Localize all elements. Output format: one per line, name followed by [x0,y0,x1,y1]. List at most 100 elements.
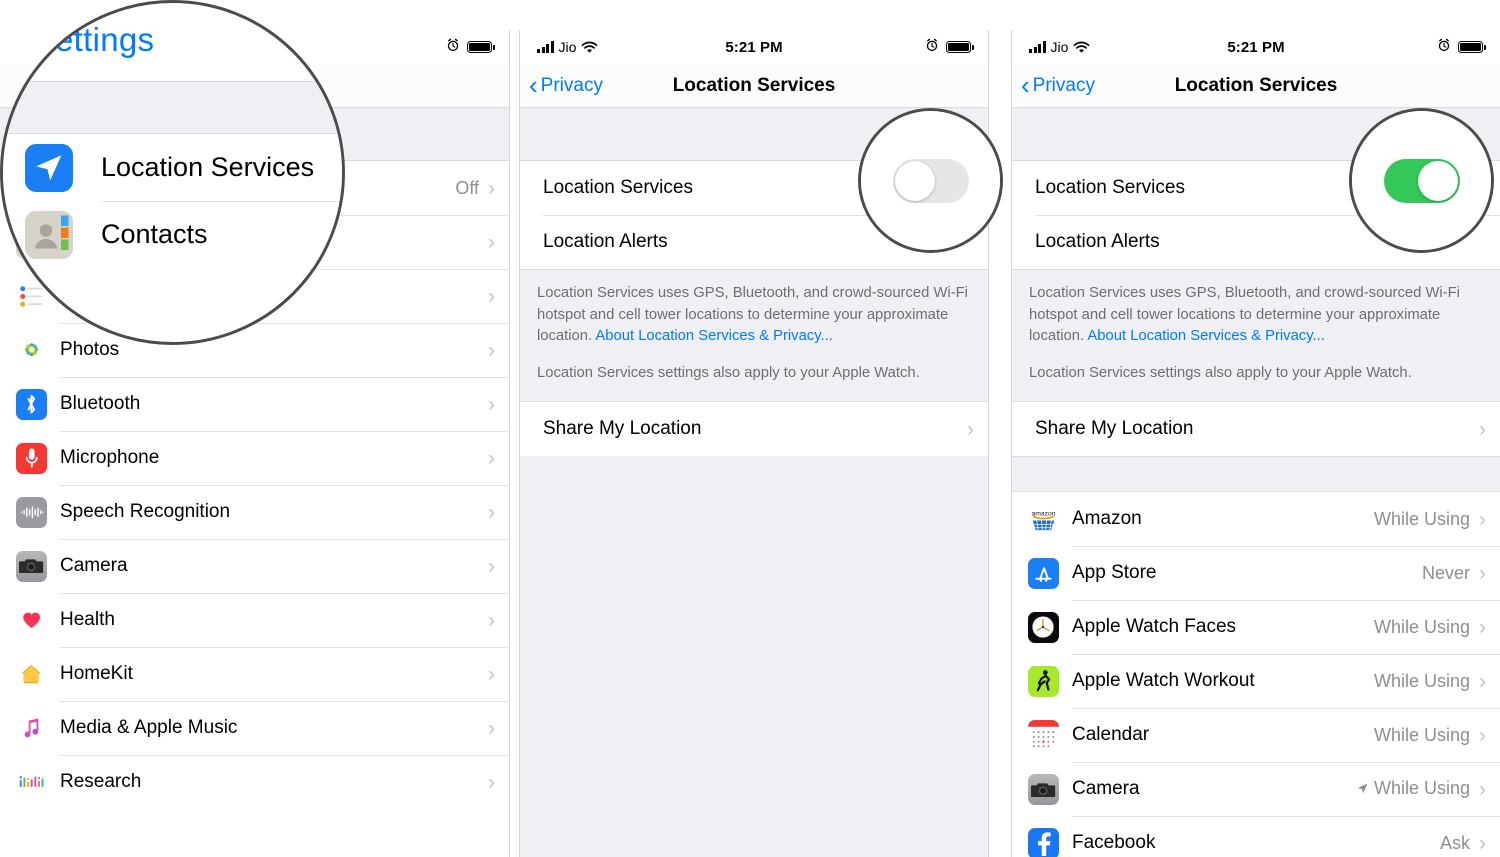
app-row-amazon[interactable]: amazon Amazon While Using › [1012,492,1500,547]
magnified-rows: Location Services Contacts [3,134,342,268]
chevron-right-icon: › [488,284,495,308]
back-button-privacy[interactable]: ‹ Privacy [520,70,603,101]
chevron-right-icon: › [488,716,495,740]
location-services-toggle[interactable] [1383,158,1460,203]
back-button-label: Privacy [540,74,603,96]
app-row-apple-watch-workout[interactable]: Apple Watch Workout While Using › [1012,654,1500,709]
row-microphone[interactable]: Microphone › [0,431,509,485]
row-value: Never [1421,562,1470,583]
research-icon [16,766,47,798]
contacts-icon [25,210,73,259]
about-location-services-privacy-link[interactable]: About Location Services & Privacy... [1087,328,1324,344]
status-bar-right: Jio 5:21 PM [1012,30,1500,64]
chevron-right-icon: › [488,608,495,632]
chevron-right-icon: › [488,176,495,200]
magnified-toggle-wrap [1352,111,1491,250]
chevron-right-icon: › [488,230,495,254]
chevron-right-icon: › [488,770,495,794]
calendar-icon [1028,719,1059,751]
row-label: Bluetooth [60,393,141,414]
row-value: While Using [1356,778,1470,800]
row-research[interactable]: Research › [0,755,509,809]
chevron-right-icon: › [488,392,495,416]
row-value: While Using [1373,616,1470,637]
app-row-camera[interactable]: Camera While Using › [1012,762,1500,817]
row-label: Apple Watch Workout [1072,670,1255,692]
chevron-right-icon: › [488,500,495,524]
chevron-right-icon: › [1479,669,1486,693]
chevron-right-icon: › [1479,507,1486,531]
chevron-right-icon: › [1479,831,1486,855]
status-bar-mid: Jio 5:21 PM [520,30,988,64]
chevron-right-icon: › [488,338,495,362]
status-bar-right-group [783,38,974,56]
app-row-facebook[interactable]: Facebook Ask › [1012,816,1500,857]
location-arrow-icon [25,143,73,192]
status-bar-time: 5:21 PM [1227,38,1285,56]
row-label: Photos [60,339,120,360]
camera-icon [16,550,47,582]
row-label: Media & Apple Music [60,717,238,738]
chevron-left-icon: ‹ [529,70,538,100]
speech-recognition-icon [16,496,47,528]
row-label: Speech Recognition [60,501,231,522]
chevron-right-icon: › [1479,417,1486,441]
row-label: HomeKit [60,663,133,684]
magnified-row-contacts[interactable]: Contacts [3,201,342,268]
app-row-calendar[interactable]: Calendar While Using › [1012,708,1500,763]
magnified-row-location-services[interactable]: Location Services [3,134,342,201]
app-row-apple-watch-faces[interactable]: Apple Watch Faces While Using › [1012,600,1500,655]
row-speech-recognition[interactable]: Speech Recognition › [0,485,509,539]
row-value: Off [455,177,479,198]
screenshot-stage: PM ettings Location ServicesOff›Contacts… [0,0,1500,857]
battery-full-icon [946,41,974,53]
per-app-location-list: amazon Amazon While Using › App Store Never › A… [1012,492,1500,857]
about-location-services-privacy-link[interactable]: About Location Services & Privacy... [595,328,832,344]
row-homekit[interactable]: HomeKit › [0,647,509,701]
chevron-right-icon: › [488,446,495,470]
magnified-group-spacer [3,81,342,134]
row-label: Facebook [1072,832,1156,854]
row-label: Research [60,771,142,792]
magnified-settings-link[interactable]: ettings [55,21,154,59]
row-label: Microphone [60,447,160,468]
magnified-row-label: Location Services [101,152,315,182]
row-label: App Store [1072,562,1157,584]
row-label: Calendar [1072,724,1150,746]
toggle-knob [1417,160,1458,201]
row-label: Health [60,609,115,630]
magnifier-left-content: ettings Location Services Contacts [3,3,342,342]
row-health[interactable]: Health › [0,593,509,647]
wifi-icon [1073,41,1090,54]
row-label: Amazon [1072,508,1142,530]
status-bar-time: 5:21 PM [725,38,783,56]
back-button-privacy[interactable]: ‹ Privacy [1012,70,1095,101]
row-share-my-location-mid[interactable]: Share My Location › [520,402,988,457]
row-value: Ask [1439,832,1470,853]
carrier-label: Jio [1050,39,1069,55]
row-value: While Using [1373,724,1470,745]
apple-watch-workout-icon [1028,665,1059,697]
location-active-arrow-icon [1356,779,1369,800]
row-share-my-location-right[interactable]: Share My Location › [1012,402,1500,457]
row-camera[interactable]: Camera › [0,539,509,593]
facebook-icon [1028,827,1059,857]
row-media-apple-music[interactable]: Media & Apple Music › [0,701,509,755]
magnifier-left-location-services: ettings Location Services Contacts [0,0,345,345]
note-paragraph-2: Location Services settings also apply to… [1029,364,1412,381]
alarm-clock-icon [925,38,939,56]
location-services-toggle[interactable] [892,158,969,203]
magnifier-location-services-toggle-on [1349,108,1494,253]
app-row-app-store[interactable]: App Store Never › [1012,546,1500,601]
bluetooth-icon [16,388,47,420]
toggle-knob [894,160,935,201]
status-bar-left-group: Jio [537,39,725,55]
row-label: Share My Location [543,418,702,440]
location-services-note-mid: Location Services uses GPS, Bluetooth, a… [520,269,988,403]
row-label: Share My Location [1035,418,1194,440]
chevron-right-icon: › [1479,615,1486,639]
battery-full-icon [467,41,495,53]
apple-watch-faces-icon [1028,611,1059,643]
cellular-bars-icon [1029,41,1046,53]
row-bluetooth[interactable]: Bluetooth › [0,377,509,431]
